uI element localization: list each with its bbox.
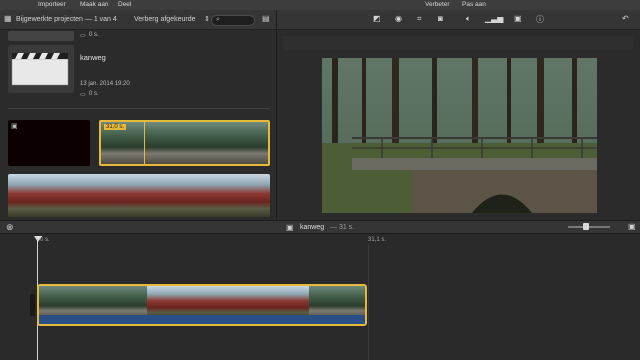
equalizer-icon[interactable]: ▁▃▅ <box>485 14 503 23</box>
ruler-end-line <box>368 244 369 360</box>
project-duration: 0 s. <box>89 91 99 97</box>
menu-bar: Importeer Maak aan Deel Verbeter Pas aan <box>0 0 640 10</box>
filter-icon[interactable]: ▣ <box>514 14 522 23</box>
volume-icon[interactable]: 🔈︎ <box>466 14 471 24</box>
chevron-updown-icon[interactable]: ⇕ <box>204 15 210 23</box>
library-header: ▦ Bijgewerkte projecten — 1 van 4 Verber… <box>0 10 276 30</box>
audio-waveform <box>39 315 365 324</box>
library-divider <box>8 108 270 109</box>
project-thumb-top[interactable] <box>8 31 74 41</box>
import-menu[interactable]: Importeer <box>38 1 66 8</box>
filter-select[interactable]: Verberg afgekeurde <box>134 16 196 23</box>
library-title[interactable]: Bijgewerkte projecten — 1 van 4 <box>16 16 117 23</box>
project-date: 13 jan. 2014 19:20 <box>80 81 130 87</box>
event-clip-train[interactable] <box>8 174 270 217</box>
crop-icon[interactable]: ⌗ <box>417 14 422 24</box>
bridge-scene-image <box>322 58 597 213</box>
back-arrow-icon[interactable]: ↶ <box>622 14 629 23</box>
timeline-clip[interactable] <box>37 284 367 326</box>
clapperboard-icon <box>11 53 69 86</box>
clip-grip[interactable] <box>30 294 35 316</box>
camera-icon: ▣ <box>11 123 18 130</box>
viewer-top-strip <box>283 36 633 50</box>
video-preview[interactable] <box>322 58 597 213</box>
clip-duration-badge: 31,0 s. <box>104 124 127 130</box>
zoom-slider-knob[interactable] <box>583 223 589 230</box>
timeline-header: ⊗ ▣ kanweg — 31 s. ▣ <box>0 220 640 234</box>
top-duration: 0 s. <box>89 32 99 38</box>
playhead-handle[interactable] <box>34 236 42 242</box>
event-clip-forest[interactable]: 31,0 s. <box>99 120 270 166</box>
grid-icon[interactable]: ▦ <box>4 14 12 23</box>
stabilize-icon[interactable]: ◙ <box>438 14 443 23</box>
close-icon[interactable]: ⊗ <box>6 222 14 233</box>
panel-divider <box>276 10 277 220</box>
timeline-title: kanweg <box>300 224 325 231</box>
share-menu[interactable]: Deel <box>118 1 131 8</box>
project-name: kanweg <box>80 53 106 62</box>
enhance-menu[interactable]: Verbeter <box>425 1 450 8</box>
event-clip-black[interactable]: ▣ <box>8 120 90 166</box>
project-icon: ▣ <box>286 223 294 232</box>
ruler-end: 31,1 s. <box>368 237 387 243</box>
viewer-toolbar: ◩ ◉ ⌗ ◙ 🔈︎ ▁▃▅ ▣ ⓘ ↶ <box>277 10 640 30</box>
search-input[interactable]: ⌕ <box>211 15 255 26</box>
search-icon: ⌕ <box>216 16 220 23</box>
settings-icon[interactable]: ▣ <box>628 222 636 231</box>
project-duration-icon: ▭ <box>80 92 86 98</box>
timeline-ruler: 0 s. 31,1 s. <box>0 234 640 360</box>
color-balance-icon[interactable]: ◉ <box>395 14 402 23</box>
info-icon[interactable]: ⓘ <box>536 14 544 25</box>
zoom-slider[interactable] <box>568 226 610 228</box>
top-duration-icon: ▭ <box>80 33 86 39</box>
skimmer-line <box>144 122 145 164</box>
auto-enhance-icon[interactable]: ◩ <box>373 14 381 23</box>
create-menu[interactable]: Maak aan <box>80 1 109 8</box>
timeline-duration: — 31 s. <box>330 224 355 231</box>
adjust-menu[interactable]: Pas aan <box>462 1 486 8</box>
list-view-icon[interactable]: ▤ <box>262 14 270 23</box>
project-thumb-kanweg[interactable] <box>8 45 74 93</box>
